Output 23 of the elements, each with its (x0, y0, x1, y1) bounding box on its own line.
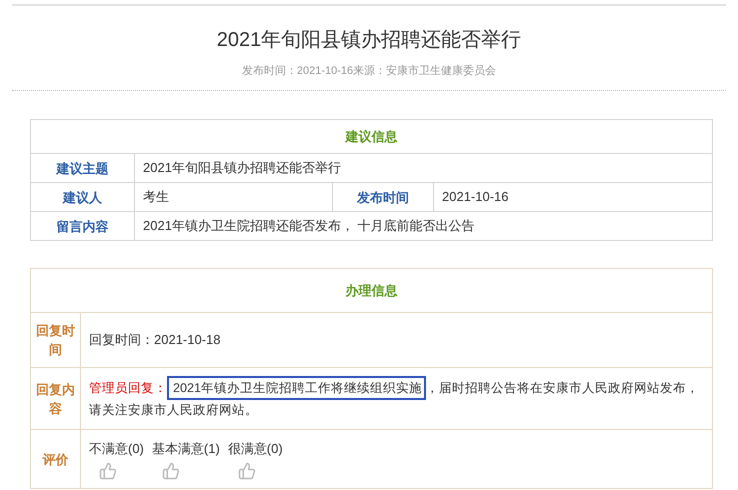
field-label: 建议主题 (30, 154, 134, 182)
reply-text: 管理员回复： 2021年镇办卫生院招聘工作将继续组织实施 ，届时招聘公告将在安康市人民政府网站发布，请关注安康市人民政府网站。 (89, 376, 704, 420)
field-label: 回复内容 (30, 368, 80, 430)
article-title: 2021年旬阳县镇办招聘还能否举行 (216, 28, 522, 53)
field-value: 回复时间：2021-10-18 (80, 312, 712, 368)
section-heading: 办理信息 (30, 268, 712, 312)
field-value: 考生 (134, 182, 332, 212)
field-label: 发布时间 (332, 182, 434, 212)
field-value: 2021年镇办卫生院招聘还能否发布， 十月底前能否出公告 (134, 212, 712, 240)
thumbs-up-icon[interactable] (162, 462, 180, 480)
thumbs-up-icon[interactable] (238, 462, 256, 480)
field-value: 2021年旬阳县镇办招聘还能否举行 (134, 154, 712, 182)
field-label: 建议人 (30, 182, 134, 212)
field-label: 留言内容 (30, 212, 134, 240)
thumbs-up-icon[interactable] (99, 462, 117, 480)
article-meta: 发布时间：2021-10-16来源：安康市卫生健康委员会 (242, 64, 496, 78)
rating-label: 很满意(0) (228, 440, 283, 458)
rating-label: 不满意(0) (89, 440, 144, 458)
field-value: 2021-10-16 (434, 182, 712, 212)
rating-label: 基本满意(1) (152, 440, 220, 458)
field-label: 回复时间 (30, 312, 80, 368)
section-heading: 建议信息 (30, 120, 712, 154)
field-label: 评价 (30, 430, 80, 488)
